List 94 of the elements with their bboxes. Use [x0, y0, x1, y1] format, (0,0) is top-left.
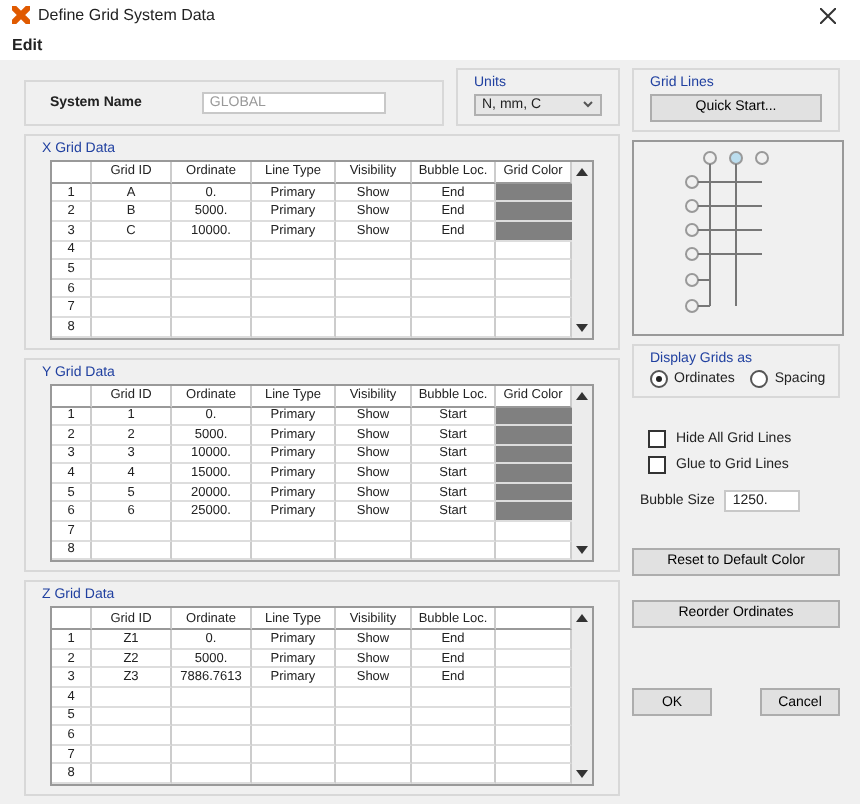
checkbox[interactable] — [648, 429, 666, 448]
table-cell[interactable] — [252, 726, 336, 746]
table-cell[interactable] — [172, 764, 252, 784]
table-cell[interactable] — [336, 707, 412, 727]
table-cell[interactable] — [92, 764, 172, 784]
table-cell[interactable] — [496, 726, 572, 746]
table-cell[interactable] — [496, 745, 572, 765]
table-cell[interactable] — [252, 279, 336, 299]
table-cell[interactable] — [496, 630, 572, 650]
table-cell[interactable] — [496, 241, 572, 261]
table-cell[interactable] — [172, 522, 252, 542]
table-cell[interactable] — [252, 260, 336, 280]
window-title: Define Grid System Data — [38, 6, 217, 25]
table-cell[interactable] — [496, 707, 572, 727]
table-cell[interactable] — [336, 298, 412, 318]
scrollbar[interactable] — [572, 385, 592, 561]
table-cell[interactable] — [336, 541, 412, 561]
table-cell[interactable] — [412, 745, 496, 765]
table-cell[interactable] — [496, 260, 572, 280]
table-cell[interactable] — [92, 726, 172, 746]
app-logo-icon — [12, 6, 30, 25]
table-cell[interactable] — [412, 764, 496, 784]
table-cell[interactable] — [412, 541, 496, 561]
table-cell[interactable] — [172, 688, 252, 708]
table-cell[interactable] — [172, 541, 252, 561]
table-cell[interactable] — [412, 726, 496, 746]
table-cell[interactable] — [336, 688, 412, 708]
table-cell[interactable] — [412, 522, 496, 542]
table-cell[interactable] — [172, 707, 252, 727]
table-cell[interactable] — [496, 279, 572, 299]
close-icon[interactable] — [820, 7, 836, 24]
table-cell[interactable] — [496, 668, 572, 689]
grid-color-swatch[interactable] — [496, 483, 572, 503]
table-cell[interactable] — [496, 764, 572, 784]
table-cell[interactable] — [412, 707, 496, 727]
scrollbar[interactable] — [572, 608, 592, 784]
menu-item[interactable]: Edit — [12, 36, 43, 55]
table-cell[interactable] — [412, 317, 496, 337]
table-cell[interactable] — [252, 707, 336, 727]
table-cell[interactable] — [336, 522, 412, 542]
table-cell[interactable] — [412, 298, 496, 318]
grid-color-swatch[interactable] — [496, 183, 572, 203]
table-cell[interactable] — [92, 317, 172, 337]
table-cell[interactable] — [92, 688, 172, 708]
table-cell[interactable] — [412, 241, 496, 261]
table-cell[interactable] — [252, 298, 336, 318]
table-cell[interactable] — [92, 745, 172, 765]
table-cell[interactable] — [496, 649, 572, 669]
table-cell[interactable] — [336, 726, 412, 746]
table-cell[interactable] — [92, 541, 172, 561]
table-cell[interactable] — [412, 688, 496, 708]
table-cell[interactable] — [92, 279, 172, 299]
table-cell[interactable] — [252, 688, 336, 708]
table-cell[interactable] — [92, 241, 172, 261]
table-cell[interactable] — [252, 541, 336, 561]
table-cell[interactable] — [496, 317, 572, 337]
table-cell[interactable] — [336, 764, 412, 784]
table-cell[interactable] — [172, 279, 252, 299]
table-cell[interactable] — [172, 298, 252, 318]
table-cell[interactable] — [92, 522, 172, 542]
table-cell[interactable] — [172, 260, 252, 280]
table-cell[interactable] — [172, 241, 252, 261]
table-cell[interactable] — [496, 298, 572, 318]
grid-color-swatch[interactable] — [496, 445, 572, 465]
table-cell[interactable] — [412, 260, 496, 280]
table-cell[interactable] — [336, 260, 412, 280]
table-cell[interactable] — [496, 688, 572, 708]
table-cell[interactable] — [496, 541, 572, 561]
table-cell[interactable] — [336, 745, 412, 765]
grid-color-swatch[interactable] — [496, 221, 572, 242]
table-cell[interactable] — [336, 241, 412, 261]
grid-color-swatch[interactable] — [496, 426, 572, 446]
chevron-down-icon — [582, 98, 594, 111]
table-cell[interactable] — [252, 745, 336, 765]
grid-color-swatch[interactable] — [496, 502, 572, 523]
table-cell[interactable] — [92, 707, 172, 727]
table-cell[interactable] — [252, 764, 336, 784]
grid-color-swatch[interactable] — [496, 202, 572, 222]
table-cell[interactable] — [92, 298, 172, 318]
grid-color-swatch[interactable] — [496, 407, 572, 427]
scrollbar[interactable] — [572, 161, 592, 337]
table-cell[interactable] — [172, 317, 252, 337]
grid-color-swatch[interactable] — [496, 464, 572, 484]
table-cell[interactable] — [336, 279, 412, 299]
table-cell[interactable] — [252, 522, 336, 542]
table-cell[interactable] — [92, 260, 172, 280]
table-cell[interactable] — [496, 522, 572, 542]
table-cell[interactable] — [172, 726, 252, 746]
table-cell[interactable] — [412, 279, 496, 299]
table-cell[interactable] — [252, 241, 336, 261]
table-cell[interactable] — [336, 317, 412, 337]
table-cell[interactable] — [172, 745, 252, 765]
table-cell[interactable] — [252, 317, 336, 337]
checkbox[interactable] — [648, 455, 666, 474]
